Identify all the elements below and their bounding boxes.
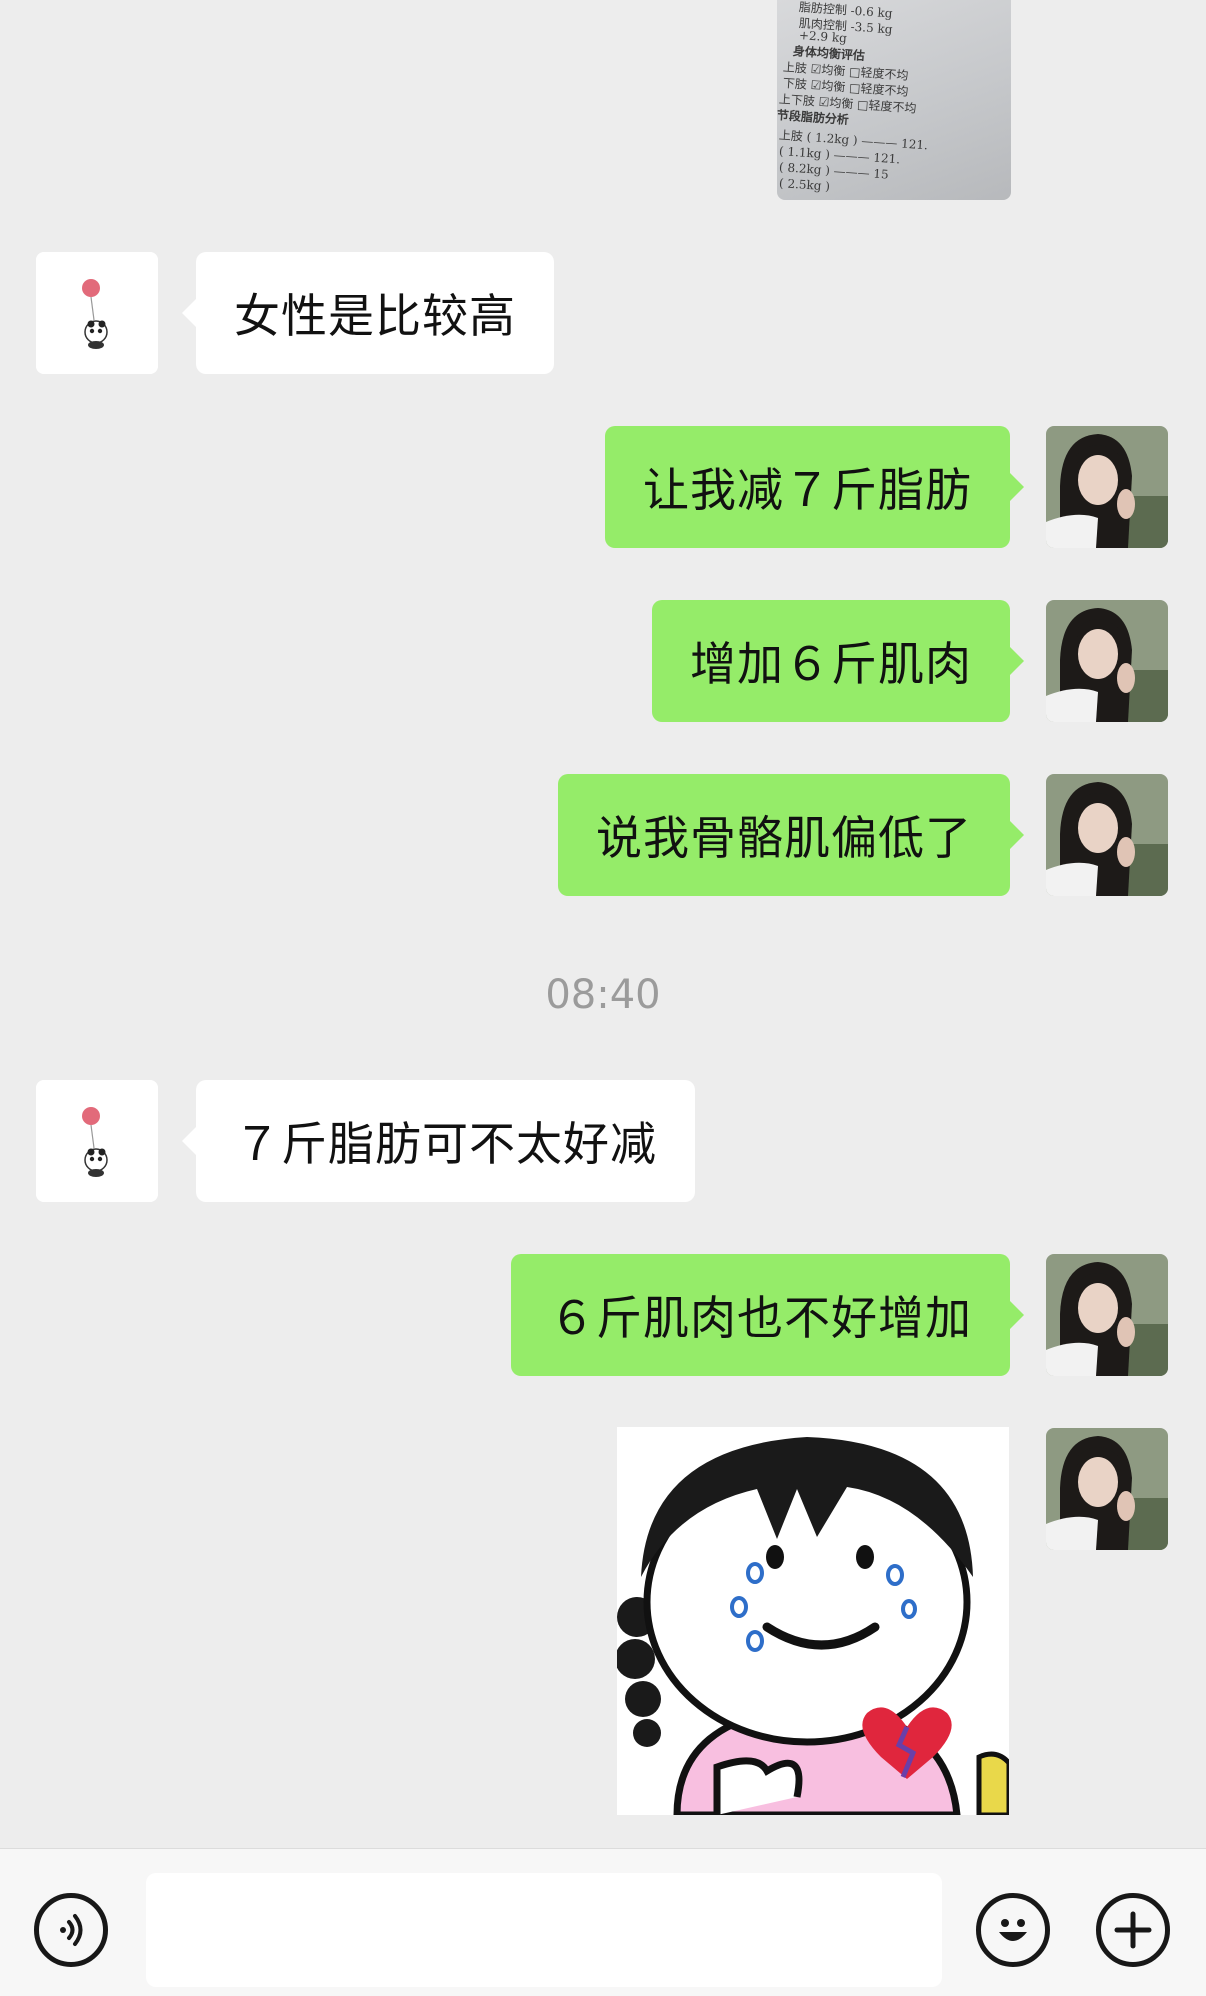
panda-balloon-icon (36, 1080, 158, 1202)
user-photo-icon (1046, 426, 1168, 548)
plus-icon (1114, 1911, 1152, 1949)
more-button[interactable] (1096, 1893, 1170, 1967)
emoji-button[interactable] (976, 1893, 1050, 1967)
message-text: ７斤脂肪可不太好减 (234, 1117, 657, 1171)
photo-line: ( 2.5kg ) (778, 176, 831, 194)
body-composition-photo[interactable]: 脂肪控制 -0.6 kg 肌肉控制 -3.5 kg +2.9 kg 身体均衡评估… (777, 0, 1011, 200)
message-text: 女性是比较高 (234, 289, 516, 343)
user-photo-icon (1046, 1254, 1168, 1376)
message-bubble-outgoing[interactable]: 让我减７斤脂肪 (605, 426, 1024, 548)
contact-avatar[interactable] (36, 1080, 158, 1202)
voice-icon (60, 1914, 83, 1946)
user-photo-icon (1046, 600, 1168, 722)
message-timestamp: 08:40 (545, 972, 661, 1018)
self-avatar[interactable] (1046, 426, 1168, 548)
message-text: 让我减７斤脂肪 (643, 463, 972, 517)
message-text: 增加６斤肌肉 (690, 637, 972, 691)
user-photo-icon (1046, 1428, 1168, 1550)
self-avatar[interactable] (1046, 1428, 1168, 1550)
crying-girl-sticker[interactable] (617, 1427, 1009, 1815)
self-avatar[interactable] (1046, 774, 1168, 896)
emoji-icon (999, 1919, 1027, 1941)
message-text: 说我骨骼肌偏低了 (596, 811, 972, 865)
crying-girl-sticker-icon (617, 1427, 1009, 1815)
photo-line: 节段脂肪分析 (777, 108, 850, 128)
contact-avatar[interactable] (36, 252, 158, 374)
self-avatar[interactable] (1046, 600, 1168, 722)
message-bubble-incoming[interactable]: ７斤脂肪可不太好减 (182, 1080, 695, 1202)
voice-button[interactable] (34, 1893, 108, 1967)
message-input[interactable] (146, 1873, 942, 1987)
chat-area[interactable]: 脂肪控制 -0.6 kg 肌肉控制 -3.5 kg +2.9 kg 身体均衡评估… (0, 0, 1206, 1848)
message-bubble-outgoing[interactable]: ６斤肌肉也不好增加 (511, 1254, 1024, 1376)
message-text: ６斤肌肉也不好增加 (549, 1291, 972, 1345)
self-avatar[interactable] (1046, 1254, 1168, 1376)
message-bubble-outgoing[interactable]: 说我骨骼肌偏低了 (558, 774, 1024, 896)
user-photo-icon (1046, 774, 1168, 896)
chat-input-bar (0, 1848, 1206, 1996)
message-bubble-incoming[interactable]: 女性是比较高 (182, 252, 554, 374)
message-bubble-outgoing[interactable]: 增加６斤肌肉 (652, 600, 1024, 722)
panda-balloon-icon (36, 252, 158, 374)
